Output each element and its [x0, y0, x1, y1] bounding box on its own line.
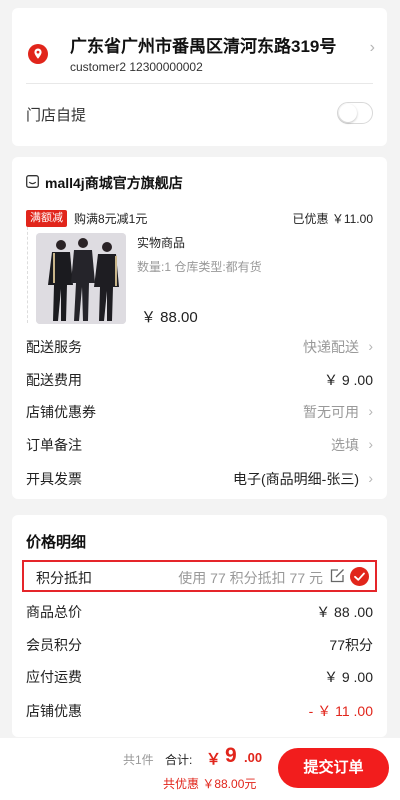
submit-order-button[interactable]: 提交订单	[278, 748, 389, 788]
product-title[interactable]: 实物商品	[137, 234, 185, 251]
row-label: 配送费用	[26, 372, 82, 388]
row-value: 暂无可用	[303, 404, 359, 420]
row-value: 选填	[331, 437, 359, 453]
row-goods-total: 商品总价 ￥ 88 .00	[26, 602, 373, 622]
edit-icon[interactable]	[329, 568, 345, 584]
total-currency: ￥	[206, 751, 222, 768]
chevron-right-icon: ›	[368, 403, 373, 419]
checkout-bar: 共1件 合计: ￥ 9 .00 共优惠 ￥88.00元 提交订单	[0, 738, 400, 800]
promo-saved: 已优惠 ￥11.00	[292, 212, 373, 226]
price-detail-card: 价格明细 积分抵扣 使用 77 积分抵扣 77 元 商品总价 ￥ 88 .00 …	[12, 515, 387, 737]
row-label: 配送服务	[26, 339, 82, 355]
total-saved: 共优惠 ￥88.00元	[163, 777, 257, 791]
shop-order-card: mall4j商城官方旗舰店 满额减 购满8元减1元 已优惠 ￥11.00 实物商…	[12, 157, 387, 499]
row-order-note[interactable]: 订单备注 选填 ›	[26, 435, 373, 455]
delivery-address[interactable]: 广东省广州市番禺区清河东路319号	[70, 32, 336, 57]
row-delivery-service[interactable]: 配送服务 快递配送 ›	[26, 337, 373, 357]
total-decimal: .00	[244, 750, 263, 765]
toggle-knob	[339, 104, 357, 122]
divider	[26, 83, 373, 84]
row-delivery-fee: 配送费用 ￥ 9 .00	[26, 370, 373, 390]
row-value: 快递配送	[303, 339, 359, 355]
row-label: 店铺优惠	[26, 703, 82, 719]
store-pickup-toggle[interactable]	[337, 102, 373, 124]
chevron-right-icon[interactable]: ›	[370, 40, 375, 56]
row-label: 开具发票	[26, 471, 82, 487]
row-shop-coupon[interactable]: 店铺优惠券 暂无可用 ›	[26, 402, 373, 422]
promo-bracket	[27, 227, 28, 323]
row-invoice[interactable]: 开具发票 电子(商品明细-张三) ›	[26, 469, 373, 489]
price-detail-title: 价格明细	[26, 534, 87, 551]
row-value: ￥ 88 .00	[316, 604, 373, 620]
row-value: ￥ 9 .00	[323, 669, 373, 685]
shop-name[interactable]: mall4j商城官方旗舰店	[45, 173, 183, 193]
row-shop-discount: 店铺优惠 - ￥ 11 .00	[26, 701, 373, 721]
item-count: 共1件	[123, 753, 154, 767]
check-circle-icon[interactable]	[350, 567, 369, 586]
product-image[interactable]	[36, 233, 126, 324]
row-label: 商品总价	[26, 604, 82, 620]
total-label: 合计:	[165, 753, 193, 767]
row-label: 订单备注	[26, 437, 82, 453]
points-value: 使用 77 积分抵扣 77 元	[178, 570, 323, 586]
promo-badge: 满额减	[26, 210, 67, 227]
row-value: - ￥ 11 .00	[308, 703, 373, 719]
product-photo	[36, 233, 126, 324]
product-spec: 数量:1 仓库类型:都有货	[137, 260, 262, 274]
chevron-right-icon: ›	[368, 470, 373, 486]
points-deduction-row[interactable]: 积分抵扣 使用 77 积分抵扣 77 元	[22, 560, 377, 592]
shop-icon	[26, 175, 39, 188]
promo-text: 购满8元减1元	[74, 212, 148, 226]
row-shipping-payable: 应付运费 ￥ 9 .00	[26, 667, 373, 687]
product-price: ￥ 88.00	[141, 309, 198, 326]
location-pin-icon	[28, 44, 48, 64]
chevron-right-icon: ›	[368, 436, 373, 452]
store-pickup-label: 门店自提	[26, 107, 87, 124]
row-label: 店铺优惠券	[26, 404, 96, 420]
points-label: 积分抵扣	[36, 570, 92, 586]
chevron-right-icon: ›	[368, 338, 373, 354]
row-value: 77积分	[329, 637, 373, 653]
address-contact: customer2 12300000002	[70, 60, 203, 74]
address-card: 广东省广州市番禺区清河东路319号 customer2 12300000002 …	[12, 8, 387, 146]
row-value: 电子(商品明细-张三)	[233, 471, 359, 487]
row-member-points: 会员积分 77积分	[26, 635, 373, 655]
total-amount: 9	[225, 744, 237, 767]
row-label: 应付运费	[26, 669, 82, 685]
row-value: ￥ 9 .00	[323, 372, 373, 388]
row-label: 会员积分	[26, 637, 82, 653]
